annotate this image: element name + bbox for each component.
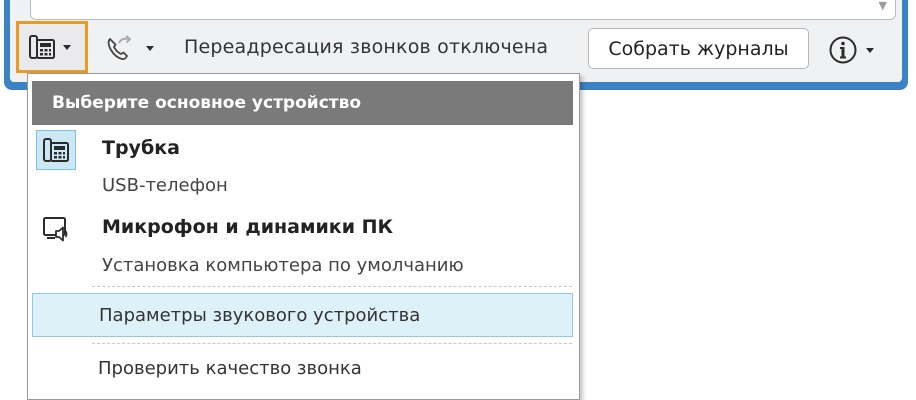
chevron-down-icon	[866, 47, 874, 53]
collect-logs-button[interactable]: Собрать журналы	[588, 28, 809, 69]
menu-item-audio-settings[interactable]: Параметры звукового устройства	[32, 293, 573, 337]
device-icon-slot	[36, 209, 76, 249]
device-dropdown-menu: Выберите основное устройство Трубка USB-…	[27, 73, 580, 400]
selected-device-indicator	[36, 130, 76, 170]
call-forward-button[interactable]	[104, 30, 154, 66]
scroll-down-icon[interactable]: ▼	[879, 0, 887, 12]
call-forward-status: Переадресация звонков отключена	[184, 36, 549, 58]
info-icon	[829, 36, 857, 64]
menu-header: Выберите основное устройство	[32, 81, 573, 125]
menu-item-call-quality-check[interactable]: Проверить качество звонка	[32, 346, 573, 390]
desk-phone-icon	[43, 138, 69, 162]
menu-divider	[92, 343, 572, 344]
chevron-down-icon	[146, 45, 154, 51]
info-button[interactable]	[828, 34, 874, 66]
device-title: Микрофон и динамики ПК	[102, 216, 394, 238]
device-title: Трубка	[102, 137, 180, 159]
desk-phone-icon	[29, 35, 55, 59]
pc-speaker-icon	[43, 217, 68, 242]
menu-divider	[92, 286, 572, 287]
device-selector-button[interactable]	[16, 21, 88, 73]
message-input-area[interactable]: ▼	[30, 0, 896, 20]
chevron-down-icon	[63, 44, 71, 50]
call-forward-icon	[107, 35, 131, 60]
device-subtitle: Установка компьютера по умолчанию	[102, 255, 464, 276]
device-subtitle: USB-телефон	[102, 175, 228, 196]
